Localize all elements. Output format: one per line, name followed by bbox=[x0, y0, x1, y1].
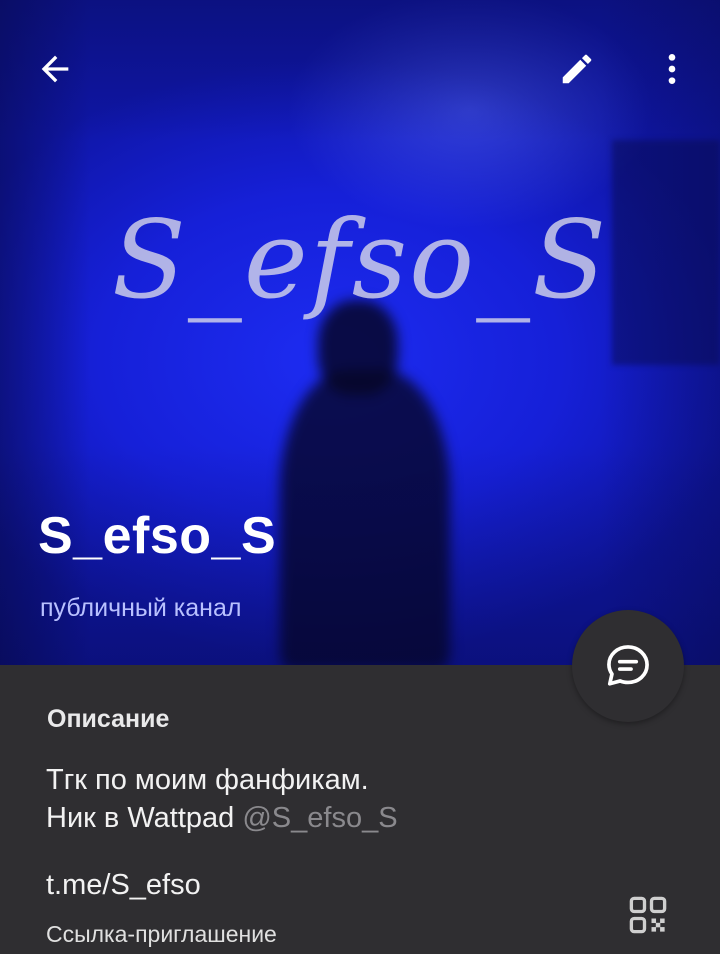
cover-watermark-text: S_efso_S bbox=[111, 198, 609, 323]
qr-code-icon bbox=[629, 896, 667, 934]
more-vertical-icon bbox=[668, 54, 676, 84]
more-options-button[interactable] bbox=[644, 41, 700, 97]
invite-link-caption: Ссылка-приглашение bbox=[46, 921, 277, 947]
discussion-chat-button[interactable] bbox=[572, 610, 684, 722]
edit-button[interactable] bbox=[549, 41, 605, 97]
qr-code-button[interactable] bbox=[620, 887, 676, 943]
channel-type-label: публичный канал bbox=[40, 594, 242, 622]
arrow-left-icon bbox=[41, 55, 69, 83]
channel-title: S_efso_S bbox=[38, 507, 277, 565]
description-line-2-prefix: Ник в Wattpad bbox=[46, 802, 243, 834]
back-button[interactable] bbox=[27, 41, 83, 97]
pencil-icon bbox=[562, 54, 592, 84]
description-line-2: Ник в Wattpad @S_efso_S bbox=[46, 799, 646, 837]
description-text[interactable]: Тгк по моим фанфикам. Ник в Wattpad @S_e… bbox=[46, 761, 646, 837]
description-heading: Описание bbox=[47, 705, 170, 733]
wattpad-handle-link[interactable]: @S_efso_S bbox=[242, 802, 397, 834]
invite-link[interactable]: t.me/S_efso bbox=[46, 869, 201, 902]
chat-bubble-icon bbox=[607, 645, 649, 686]
description-line-1: Тгк по моим фанфикам. bbox=[46, 764, 369, 796]
